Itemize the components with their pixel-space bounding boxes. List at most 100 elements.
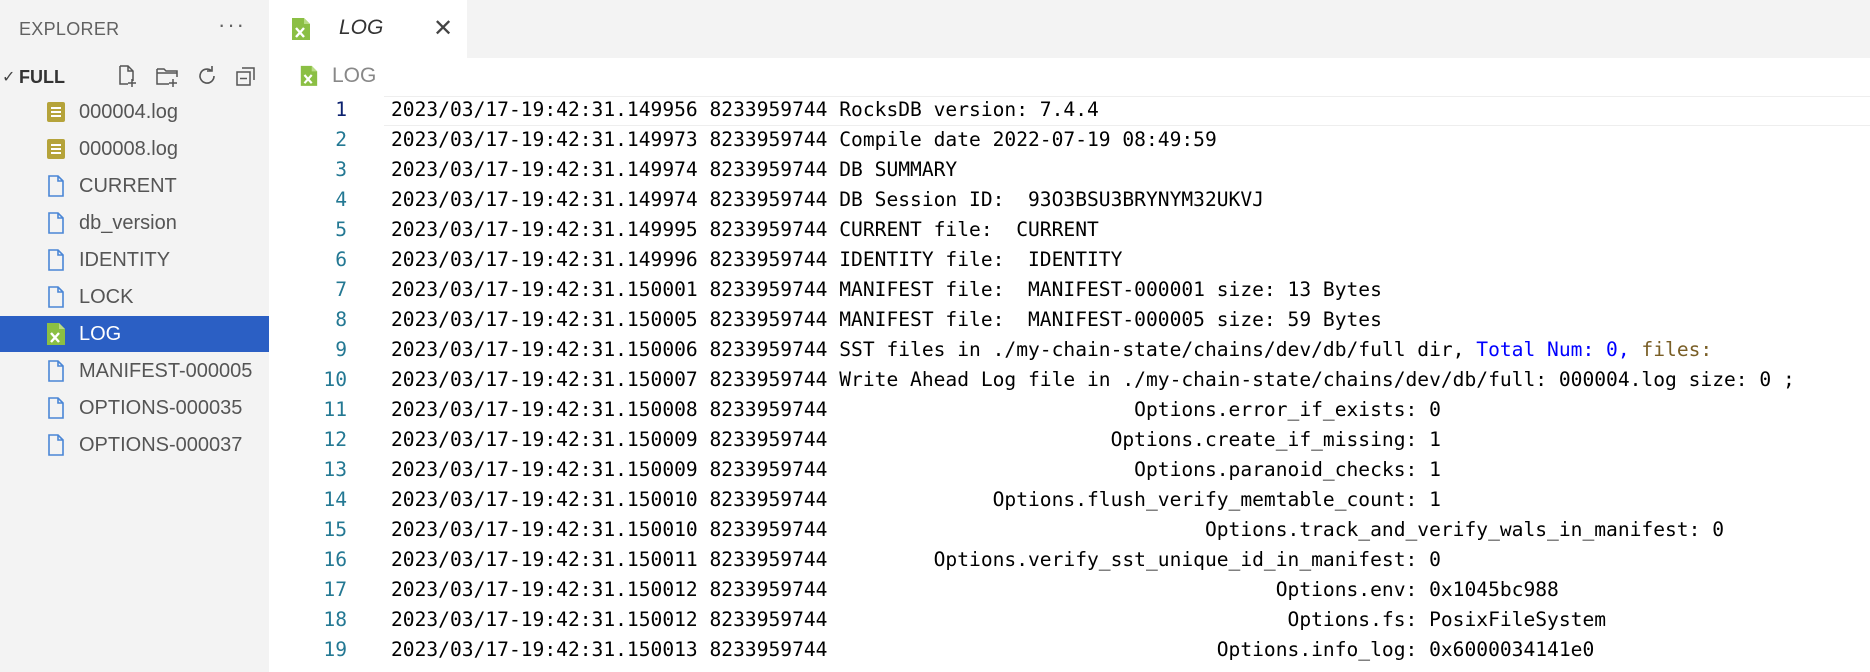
- collapse-all-icon[interactable]: [234, 64, 258, 88]
- file-name: 000004.log: [79, 101, 178, 123]
- file-icon: [45, 174, 67, 198]
- line-number: 13: [323, 458, 347, 481]
- line-number: 3: [335, 158, 347, 181]
- file-item[interactable]: LOCK: [0, 279, 269, 315]
- file-icon: [45, 396, 67, 420]
- line-number: 14: [323, 488, 347, 511]
- file-item[interactable]: IDENTITY: [0, 242, 269, 278]
- file-item[interactable]: db_version: [0, 205, 269, 241]
- file-icon: [45, 433, 67, 457]
- chevron-down-icon[interactable]: ✓: [2, 67, 15, 87]
- code-line: 5 2023/03/17-19:42:31.149995 8233959744 C…: [269, 214, 1870, 244]
- keyword-token: Total Num: 0,: [1476, 338, 1630, 361]
- close-icon[interactable]: ✕: [433, 14, 453, 43]
- code-line: 18 2023/03/17-19:42:31.150012 8233959744 …: [269, 604, 1870, 634]
- file-name: 000008.log: [79, 138, 178, 160]
- log-text: 2023/03/17-19:42:31.150009 8233959744 Op…: [391, 428, 1441, 451]
- line-text: 2023/03/17-19:42:31.150011 8233959744 Op…: [391, 548, 1441, 571]
- file-item[interactable]: OPTIONS-000037: [0, 427, 269, 463]
- code-editor[interactable]: 1 2023/03/17-19:42:31.149956 8233959744 R…: [269, 94, 1870, 672]
- line-number: 6: [335, 248, 347, 271]
- log-text: 2023/03/17-19:42:31.150012 8233959744 Op…: [391, 578, 1559, 601]
- line-number: 9: [335, 338, 347, 361]
- folder-header-full[interactable]: ✓ FULL: [0, 58, 269, 94]
- file-name: LOG: [79, 323, 122, 345]
- code-line: 10 2023/03/17-19:42:31.150007 8233959744 …: [269, 364, 1870, 394]
- log-file-icon: [45, 100, 67, 124]
- folder-name: FULL: [19, 67, 65, 87]
- line-text: 2023/03/17-19:42:31.150009 8233959744 Op…: [391, 458, 1441, 481]
- code-line: 1 2023/03/17-19:42:31.149956 8233959744 R…: [269, 94, 1870, 124]
- line-text: 2023/03/17-19:42:31.150008 8233959744 Op…: [391, 398, 1441, 421]
- file-item[interactable]: 000008.log: [0, 131, 269, 167]
- line-text: 2023/03/17-19:42:31.149974 8233959744 DB…: [391, 188, 1264, 211]
- line-number: 12: [323, 428, 347, 451]
- code-line: 11 2023/03/17-19:42:31.150008 8233959744 …: [269, 394, 1870, 424]
- refresh-icon[interactable]: [195, 64, 219, 88]
- line-number: 4: [335, 188, 347, 211]
- spreadsheet-file-icon: [45, 322, 67, 346]
- line-text: 2023/03/17-19:42:31.150009 8233959744 Op…: [391, 428, 1441, 451]
- code-line: 9 2023/03/17-19:42:31.150006 8233959744 S…: [269, 334, 1870, 364]
- more-actions-icon[interactable]: ···: [218, 12, 246, 38]
- line-text: 2023/03/17-19:42:31.149996 8233959744 ID…: [391, 248, 1122, 271]
- code-line: 17 2023/03/17-19:42:31.150012 8233959744 …: [269, 574, 1870, 604]
- line-text: 2023/03/17-19:42:31.149973 8233959744 Co…: [391, 128, 1217, 151]
- line-number: 5: [335, 218, 347, 241]
- code-line: 15 2023/03/17-19:42:31.150010 8233959744 …: [269, 514, 1870, 544]
- log-text: 2023/03/17-19:42:31.150012 8233959744 Op…: [391, 608, 1607, 631]
- breadcrumb-item-log[interactable]: LOG: [332, 64, 376, 88]
- spreadsheet-file-icon: [299, 65, 319, 87]
- file-item[interactable]: 000004.log: [0, 94, 269, 130]
- log-text: 2023/03/17-19:42:31.150010 8233959744 Op…: [391, 518, 1724, 541]
- file-icon: [45, 285, 67, 309]
- code-line: 3 2023/03/17-19:42:31.149974 8233959744 D…: [269, 154, 1870, 184]
- explorer-sidebar: EXPLORER ··· ✓ FULL 000004.log 000008.log…: [0, 0, 269, 672]
- line-number: 10: [323, 368, 347, 391]
- code-line: 2 2023/03/17-19:42:31.149973 8233959744 C…: [269, 124, 1870, 154]
- line-number: 15: [323, 518, 347, 541]
- line-number: 17: [323, 578, 347, 601]
- code-line: 4 2023/03/17-19:42:31.149974 8233959744 D…: [269, 184, 1870, 214]
- spreadsheet-file-icon: [290, 17, 312, 41]
- line-text: 2023/03/17-19:42:31.150012 8233959744 Op…: [391, 578, 1559, 601]
- line-text: 2023/03/17-19:42:31.150007 8233959744 Wr…: [391, 368, 1795, 391]
- log-text: 2023/03/17-19:42:31.150001 8233959744 MA…: [391, 278, 1382, 301]
- new-folder-icon[interactable]: [155, 64, 179, 88]
- file-name: OPTIONS-000037: [79, 434, 243, 456]
- file-icon: [45, 248, 67, 272]
- line-number: 7: [335, 278, 347, 301]
- line-number: 18: [323, 608, 347, 631]
- line-text: 2023/03/17-19:42:31.149995 8233959744 CU…: [391, 218, 1099, 241]
- file-item[interactable]: CURRENT: [0, 168, 269, 204]
- code-line: 12 2023/03/17-19:42:31.150009 8233959744 …: [269, 424, 1870, 454]
- line-text: 2023/03/17-19:42:31.150010 8233959744 Op…: [391, 518, 1724, 541]
- file-item[interactable]: MANIFEST-000005: [0, 353, 269, 389]
- tab-label: LOG: [339, 16, 384, 39]
- line-number: 8: [335, 308, 347, 331]
- log-text: 2023/03/17-19:42:31.149973 8233959744 Co…: [391, 128, 1217, 151]
- file-icon: [45, 359, 67, 383]
- line-text: 2023/03/17-19:42:31.150006 8233959744 SS…: [391, 338, 1712, 361]
- log-text: 2023/03/17-19:42:31.149995 8233959744 CU…: [391, 218, 1099, 241]
- log-text: 2023/03/17-19:42:31.150007 8233959744 Wr…: [391, 368, 1795, 391]
- editor-tab-bar: LOG ✕: [269, 0, 1870, 58]
- tab-log[interactable]: LOG ✕: [269, 0, 467, 58]
- log-text: 2023/03/17-19:42:31.149974 8233959744 DB…: [391, 188, 1264, 211]
- log-file-icon: [45, 137, 67, 161]
- file-item[interactable]: LOG: [0, 316, 269, 352]
- new-file-icon[interactable]: [114, 64, 138, 88]
- file-item[interactable]: OPTIONS-000035: [0, 390, 269, 426]
- line-number: 11: [323, 398, 347, 421]
- line-text: 2023/03/17-19:42:31.149956 8233959744 Ro…: [391, 98, 1099, 121]
- log-text: 2023/03/17-19:42:31.150013 8233959744 Op…: [391, 638, 1595, 661]
- breadcrumb: LOG: [269, 58, 1870, 94]
- line-number: 1: [335, 98, 347, 121]
- line-text: 2023/03/17-19:42:31.150001 8233959744 MA…: [391, 278, 1382, 301]
- function-token: files:: [1629, 338, 1713, 361]
- file-name: MANIFEST-000005: [79, 360, 253, 382]
- log-text: 2023/03/17-19:42:31.150010 8233959744 Op…: [391, 488, 1441, 511]
- log-text: 2023/03/17-19:42:31.150005 8233959744 MA…: [391, 308, 1382, 331]
- line-text: 2023/03/17-19:42:31.150013 8233959744 Op…: [391, 638, 1594, 661]
- code-line: 6 2023/03/17-19:42:31.149996 8233959744 I…: [269, 244, 1870, 274]
